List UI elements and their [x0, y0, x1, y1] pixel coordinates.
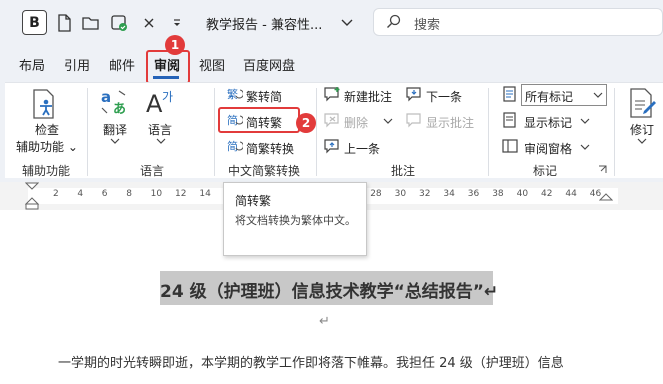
- language-label[interactable]: 语言: [148, 121, 172, 138]
- new-comment-button[interactable]: 新建批注: [344, 88, 392, 105]
- search-placeholder: 搜索: [414, 18, 441, 33]
- show-markup-icon[interactable]: [502, 112, 518, 128]
- bold-button[interactable]: B: [22, 10, 47, 35]
- traditional-to-simplified-icon[interactable]: 繁: [227, 86, 243, 102]
- track-changes-label[interactable]: 修订: [630, 121, 654, 138]
- ruler-tick-label: 4: [77, 189, 84, 199]
- svg-text:繁: 繁: [227, 87, 238, 101]
- dialog-launcher-icon[interactable]: [598, 165, 607, 174]
- ruler-tick-label: 14: [199, 189, 211, 199]
- group-label-chinese-conversion: 中文简繁转换: [228, 164, 301, 178]
- review-pane-button[interactable]: 审阅窗格: [524, 140, 572, 157]
- group-separator: [488, 88, 489, 176]
- ruler-tick-label: 2: [53, 189, 59, 199]
- customize-toolbar-icon[interactable]: [166, 12, 188, 34]
- previous-comment-icon[interactable]: [324, 138, 342, 154]
- svg-text:あ: あ: [113, 102, 126, 117]
- group-label-comments: 批注: [391, 164, 416, 178]
- ruler-tick-label: 10: [150, 189, 163, 199]
- language-icon[interactable]: A가: [146, 86, 178, 118]
- chevron-down-icon[interactable]: [110, 137, 120, 145]
- group-label-language: 语言: [140, 164, 165, 178]
- tab-baidu-netdisk[interactable]: 百度网盘: [243, 55, 295, 74]
- ruler-tick-label: 36: [467, 189, 480, 199]
- show-comments-button[interactable]: 显示批注: [426, 114, 474, 131]
- paragraph-mark: ↵: [319, 314, 330, 329]
- document-heading[interactable]: 24 级（护理班）信息技术教学“总结报告”↵: [160, 277, 498, 302]
- tooltip-title: 简转繁: [235, 194, 272, 208]
- ruler-tick-label: 40: [516, 189, 529, 199]
- next-comment-button[interactable]: 下一条: [426, 88, 462, 105]
- chevron-down-icon[interactable]: [156, 137, 166, 145]
- ruler-tick-label: 28: [370, 189, 382, 199]
- document-title: 教学报告 - 兼容性...: [206, 18, 323, 33]
- ruler-tick-label: 6: [101, 189, 108, 199]
- ruler-tick-label: 44: [565, 189, 577, 199]
- new-comment-icon[interactable]: [324, 86, 342, 102]
- close-icon[interactable]: [138, 12, 160, 34]
- save-sync-icon[interactable]: [108, 12, 130, 34]
- group-separator: [87, 88, 88, 176]
- svg-text:가: 가: [162, 90, 173, 104]
- chevron-down-icon[interactable]: [580, 143, 590, 151]
- trad-to-simp-button[interactable]: 繁转简: [246, 88, 282, 105]
- previous-comment-button[interactable]: 上一条: [344, 140, 380, 157]
- highlight-box-review-tab: [146, 50, 190, 84]
- check-label[interactable]: 检查: [35, 121, 59, 138]
- svg-text:a: a: [101, 88, 111, 106]
- simp-to-trad-button[interactable]: 简转繁: [246, 114, 282, 131]
- step-1-badge: 1: [165, 35, 185, 55]
- translate-icon[interactable]: aあ: [99, 88, 131, 118]
- chevron-down-icon[interactable]: [580, 117, 590, 125]
- ruler-tick-label: 38: [492, 189, 504, 199]
- accessibility-dropdown[interactable]: 辅助功能 ⌄: [16, 138, 78, 155]
- track-changes-icon[interactable]: [628, 87, 658, 119]
- simplified-to-traditional-icon[interactable]: 简: [227, 112, 243, 128]
- tooltip-description: 将文档转换为繁体中文。: [235, 214, 356, 227]
- show-comments-icon[interactable]: [406, 112, 424, 128]
- simp-trad-convert-button[interactable]: 简繁转换: [246, 140, 294, 157]
- ruler-tick-label: 12: [175, 189, 187, 199]
- markup-display-icon: [502, 86, 518, 102]
- accessibility-check-icon[interactable]: [30, 88, 60, 120]
- chevron-down-icon[interactable]: [383, 117, 393, 125]
- markup-select-value: 所有标记: [525, 90, 574, 104]
- ruler-tick-label: 8: [126, 189, 132, 199]
- ruler-tick-label: 42: [541, 189, 553, 199]
- group-separator: [316, 88, 317, 176]
- group-separator: [614, 88, 615, 176]
- tab-view[interactable]: 视图: [199, 55, 225, 74]
- open-folder-icon[interactable]: [80, 12, 102, 34]
- ruler-tick-label: 34: [443, 189, 455, 199]
- tab-layout[interactable]: 布局: [19, 55, 45, 74]
- svg-text:A: A: [146, 90, 163, 118]
- delete-comment-button[interactable]: 删除: [344, 114, 368, 131]
- ruler-tick-label: 30: [394, 189, 407, 199]
- chevron-down-icon[interactable]: [637, 137, 647, 145]
- ruler-tick-label: 32: [419, 189, 431, 199]
- chevron-down-icon[interactable]: [593, 91, 603, 99]
- chevron-down-icon[interactable]: [336, 12, 358, 34]
- svg-text:简: 简: [227, 113, 238, 127]
- search-icon: [386, 14, 401, 29]
- new-document-icon[interactable]: [53, 12, 75, 34]
- ruler-tick-label: 46: [589, 189, 602, 199]
- next-comment-icon[interactable]: [406, 86, 424, 102]
- group-label-accessibility: 辅助功能: [22, 164, 71, 178]
- document-paragraph[interactable]: 一学期的时光转瞬即逝，本学期的教学工作即将落下帷幕。我担任 24 级（护理班）信…: [58, 352, 658, 371]
- ribbon-tabs: [0, 46, 663, 82]
- translate-label[interactable]: 翻译: [103, 121, 127, 138]
- review-pane-icon[interactable]: [502, 138, 518, 154]
- show-markup-button[interactable]: 显示标记: [524, 114, 572, 131]
- group-separator: [214, 88, 215, 176]
- tab-references[interactable]: 引用: [64, 55, 90, 74]
- tab-mailings[interactable]: 邮件: [109, 55, 135, 74]
- svg-text:简: 简: [227, 139, 238, 153]
- delete-comment-icon[interactable]: [324, 112, 342, 128]
- group-label-tracking: 标记: [533, 164, 558, 178]
- simp-trad-convert-icon[interactable]: 简: [227, 138, 243, 154]
- step-2-badge: 2: [296, 113, 316, 133]
